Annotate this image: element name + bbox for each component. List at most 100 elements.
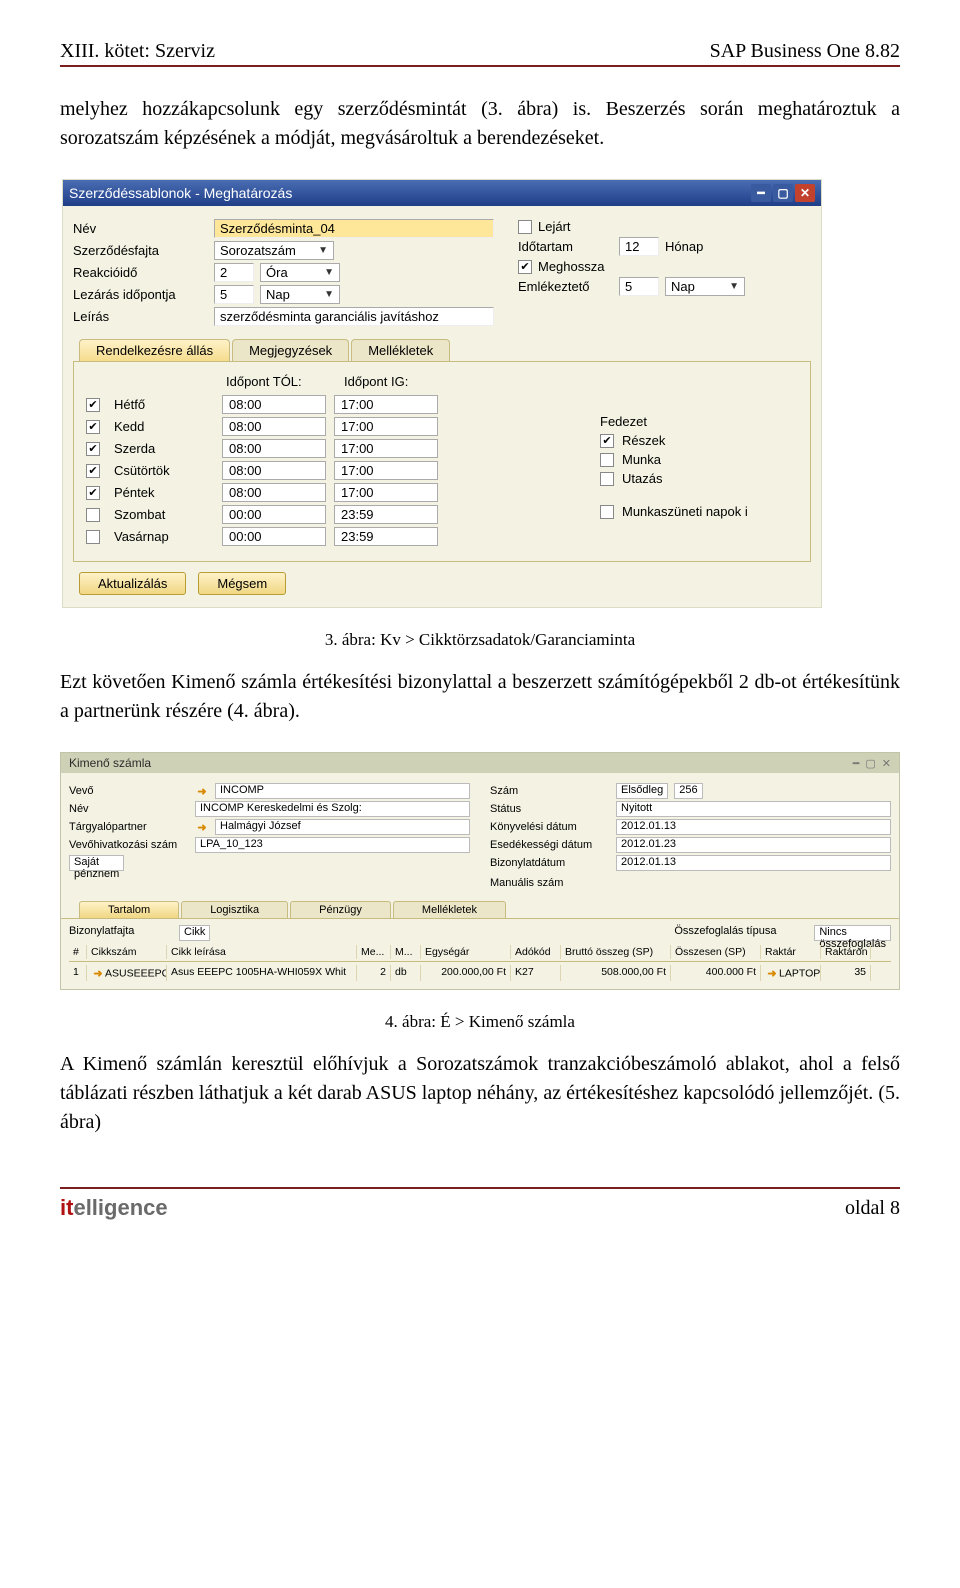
link-arrow-icon[interactable]: ➜ [195,820,209,834]
tab-panel-availability: Időpont TÓL: Időpont IG: Hétfő08:0017:00… [73,361,811,562]
window-title: Szerződéssablonok - Meghatározás [69,185,292,201]
titlebar: Szerződéssablonok - Meghatározás ━ ▢ ✕ [63,180,821,206]
day-row: Péntek08:0017:00 [86,483,578,502]
label-lejart: Lejárt [538,219,633,234]
window-title-invoice: Kimenő számla [69,756,151,770]
input-status: Nyitott [616,801,891,817]
dropdown-fajta[interactable]: Sorozatszám▼ [214,241,334,260]
dropdown-osszef[interactable]: Nincs összefoglalás [814,925,891,941]
checkbox-day[interactable] [86,486,100,500]
checkbox-lejart[interactable] [518,220,532,234]
day-name: Csütörtök [114,463,214,478]
time-to[interactable]: 17:00 [334,395,438,414]
header-rule [60,65,900,67]
input-nev2[interactable]: INCOMP Kereskedelmi és Szolg: [195,801,470,817]
input-leiras[interactable]: szerződésminta garanciális javításhoz [214,307,494,326]
time-from[interactable]: 08:00 [222,395,326,414]
time-from[interactable]: 08:00 [222,461,326,480]
checkbox-coverage[interactable] [600,472,614,486]
time-to[interactable]: 17:00 [334,461,438,480]
tab-attachments[interactable]: Mellékletek [351,339,450,361]
maximize-icon[interactable]: ▢ [773,184,793,202]
tab-logistics[interactable]: Logisztika [181,901,288,918]
close-icon[interactable]: ✕ [882,757,891,770]
label-leiras: Leírás [73,309,208,324]
input-reakcio-num[interactable]: 2 [214,263,254,282]
input-vref[interactable]: LPA_10_123 [195,837,470,853]
sap-window-outgoing-invoice: Kimenő számla ━ ▢ ✕ Vevő➜INCOMP NévINCOM… [60,752,900,990]
link-arrow-icon[interactable]: ➜ [91,966,105,980]
link-arrow-icon[interactable]: ➜ [765,966,779,980]
day-name: Szombat [114,507,214,522]
update-button[interactable]: Aktualizálás [79,572,186,595]
time-to[interactable]: 17:00 [334,439,438,458]
table-row[interactable]: 1 ➜ASUSEEEPC Asus EEEPC 1005HA-WHI059X W… [69,962,891,981]
checkbox-meghossz[interactable] [518,260,532,274]
input-emlek-num[interactable]: 5 [619,277,659,296]
label-fajta: Szerződésfajta [73,243,208,258]
input-idotartam-num[interactable]: 12 [619,237,659,256]
tab-content[interactable]: Tartalom [79,901,179,918]
input-vevo[interactable]: INCOMP [215,783,470,799]
coverage-label: Utazás [622,471,662,486]
time-to[interactable]: 23:59 [334,505,438,524]
time-from[interactable]: 00:00 [222,527,326,546]
close-icon[interactable]: ✕ [795,184,815,202]
link-arrow-icon[interactable]: ➜ [195,784,209,798]
dropdown-bizonylatfajta[interactable]: Cikk [179,925,210,941]
checkbox-day[interactable] [86,508,100,522]
coverage-label: Részek [622,433,665,448]
dropdown-szam-type[interactable]: Elsődleg [616,783,668,799]
label-vref: Vevőhivatkozási szám [69,839,189,851]
label-osszef: Összefoglalás típusa [674,925,814,941]
checkbox-holidays[interactable] [600,505,614,519]
dropdown-currency[interactable]: Saját pénznem [69,855,124,871]
header-right: SAP Business One 8.82 [710,40,900,63]
tab-finance[interactable]: Pénzügy [290,901,391,918]
col-to: Időpont IG: [344,374,462,389]
checkbox-day[interactable] [86,398,100,412]
coverage-label: Munka [622,452,661,467]
chevron-down-icon: ▼ [324,267,334,278]
input-esed[interactable]: 2012.01.23 [616,837,891,853]
chevron-down-icon: ▼ [729,281,739,292]
input-targyalo[interactable]: Halmágyi József [215,819,470,835]
dropdown-emlek-unit[interactable]: Nap▼ [665,277,745,296]
input-nev[interactable]: Szerződésminta_04 [214,219,494,238]
time-from[interactable]: 08:00 [222,483,326,502]
input-szam[interactable]: 256 [674,783,702,799]
minimize-icon[interactable]: ━ [751,184,771,202]
sap-window-contract-template: Szerződéssablonok - Meghatározás ━ ▢ ✕ N… [62,179,822,608]
time-from[interactable]: 08:00 [222,417,326,436]
label-szam: Szám [490,785,610,797]
time-to[interactable]: 23:59 [334,527,438,546]
checkbox-day[interactable] [86,420,100,434]
input-lezaras-num[interactable]: 5 [214,285,254,304]
cancel-button[interactable]: Mégsem [198,572,286,595]
dropdown-reakcio-unit[interactable]: Óra▼ [260,263,340,282]
input-konyv[interactable]: 2012.01.13 [616,819,891,835]
header-left: XIII. kötet: Szerviz [60,40,215,63]
tab-attachments2[interactable]: Mellékletek [393,901,506,918]
dropdown-lezaras-unit[interactable]: Nap▼ [260,285,340,304]
checkbox-day[interactable] [86,464,100,478]
time-from[interactable]: 08:00 [222,439,326,458]
day-name: Kedd [114,419,214,434]
checkbox-day[interactable] [86,442,100,456]
maximize-icon[interactable]: ▢ [865,757,875,770]
checkbox-coverage[interactable] [600,453,614,467]
titlebar-invoice: Kimenő számla ━ ▢ ✕ [61,753,899,773]
label-reakcio: Reakcióidő [73,265,208,280]
time-to[interactable]: 17:00 [334,417,438,436]
tab-availability[interactable]: Rendelkezésre állás [79,339,230,361]
tab-notes[interactable]: Megjegyzések [232,339,349,361]
input-bizony[interactable]: 2012.01.13 [616,855,891,871]
checkbox-day[interactable] [86,530,100,544]
label-idotartam: Időtartam [518,239,613,254]
time-from[interactable]: 00:00 [222,505,326,524]
label-esed: Esedékességi dátum [490,839,610,851]
time-to[interactable]: 17:00 [334,483,438,502]
minimize-icon[interactable]: ━ [853,757,860,770]
checkbox-coverage[interactable] [600,434,614,448]
day-row: Szombat 00:00 23:59 [86,505,578,524]
